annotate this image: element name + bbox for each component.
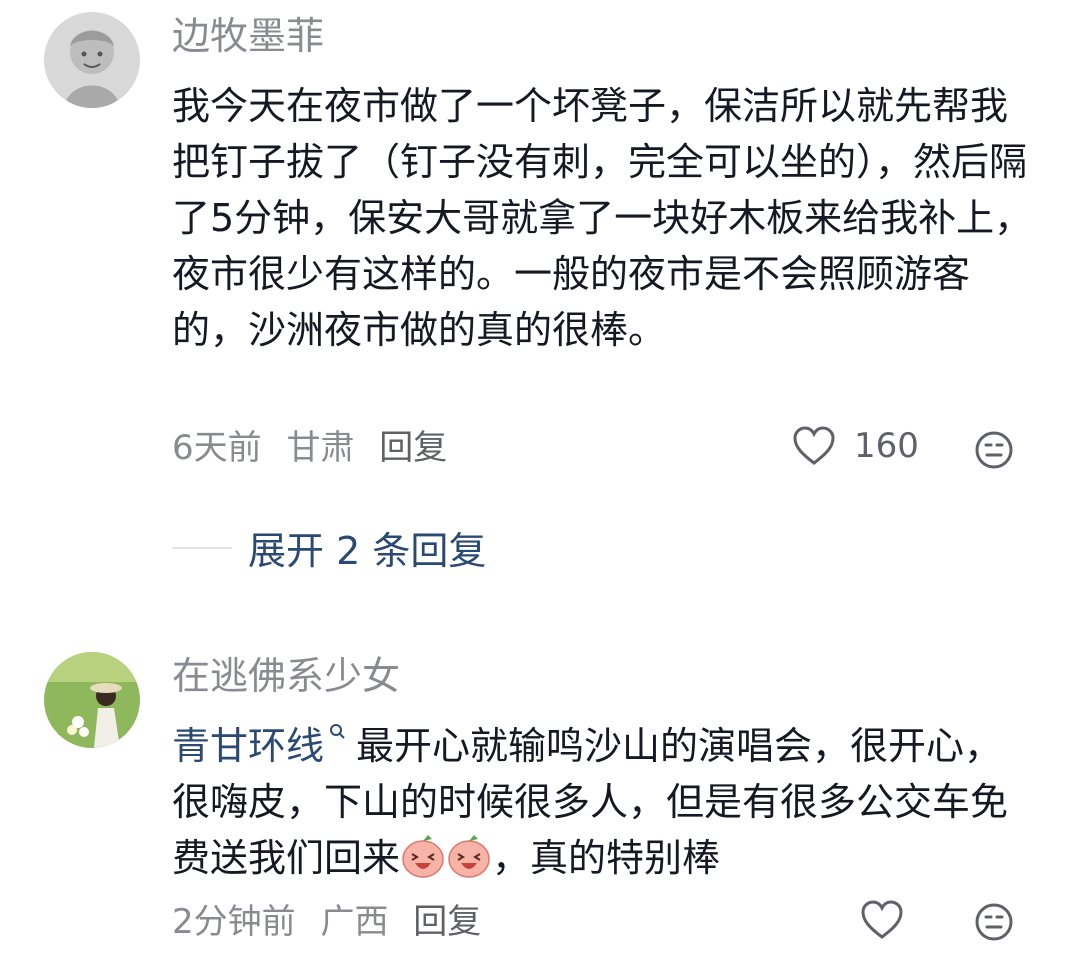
emoji-face-icon (975, 431, 1013, 469)
comment-text: 我今天在夜市做了一个坏凳子，保洁所以就先帮我把钉子拔了（钉子没有刺，完全可以坐的… (172, 84, 1033, 352)
emoji-button[interactable] (974, 902, 1014, 946)
laughing-peach-emoji (448, 835, 490, 878)
heart-outline-icon (861, 900, 903, 939)
like-button[interactable]: 160 (792, 426, 919, 466)
comment-text-tail: ，真的特别棒 (492, 836, 721, 880)
comment-time: 2分钟前 (172, 902, 296, 942)
comment-meta: 6天前 甘肃 回复 (172, 426, 461, 470)
avatar[interactable] (44, 652, 140, 748)
emoji-face-icon (975, 903, 1013, 941)
comment-text: 青甘环线 最开心就输鸣沙山的演唱会，很开心，很嗨皮，下山的时候很多人，但是有很多公… (172, 718, 1022, 886)
laughing-peach-emoji (402, 835, 444, 878)
reply-button[interactable]: 回复 (413, 902, 481, 942)
username[interactable]: 边牧墨菲 (172, 12, 324, 60)
topic-mention[interactable]: 青甘环线 (172, 724, 324, 768)
avatar[interactable] (44, 12, 140, 108)
username[interactable]: 在逃佛系少女 (172, 652, 400, 700)
emoji-button[interactable] (974, 430, 1014, 474)
reply-button[interactable]: 回复 (379, 428, 447, 468)
comment-location: 广西 (320, 902, 389, 942)
divider (172, 546, 232, 549)
search-icon (330, 724, 345, 739)
comment-meta: 2分钟前 广西 回复 (172, 900, 495, 944)
comment-time: 6天前 (172, 428, 262, 468)
like-count: 160 (854, 426, 919, 466)
comment-location: 甘肃 (286, 428, 355, 468)
like-button[interactable] (860, 900, 904, 940)
expand-replies-label: 展开 2 条回复 (248, 529, 487, 573)
heart-outline-icon (793, 426, 835, 465)
expand-replies-button[interactable]: 展开 2 条回复 (172, 520, 486, 575)
